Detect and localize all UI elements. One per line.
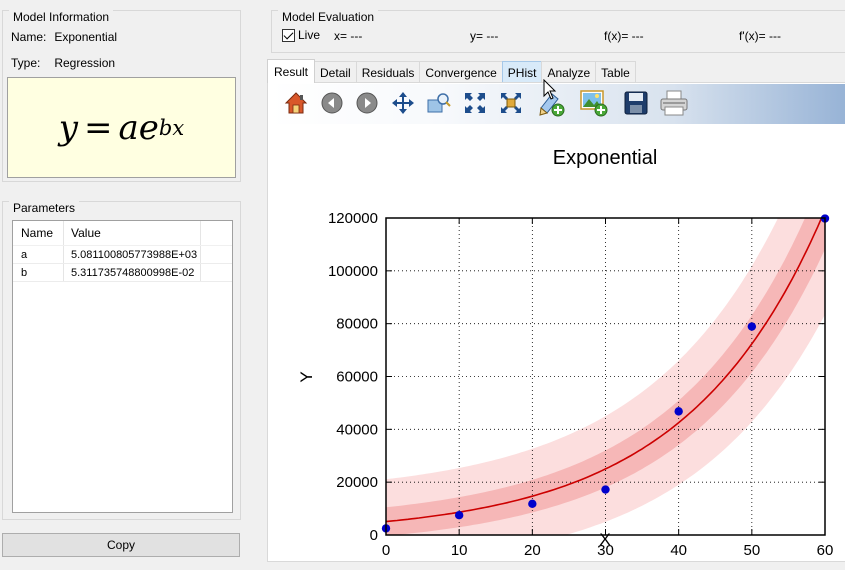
param-name-cell: b (13, 264, 64, 281)
model-type-label: Type: (11, 56, 41, 70)
model-name-label: Name: (11, 30, 47, 44)
parameters-title: Parameters (9, 201, 80, 215)
print-icon[interactable] (659, 88, 689, 118)
table-row[interactable]: a 5.081100805773988E+03 (13, 246, 232, 264)
formula-display: y = a e bx (7, 77, 236, 178)
eval-dfx: f'(x)= --- (739, 29, 781, 43)
column-header-value[interactable]: Value (64, 221, 201, 245)
y-tick-label: 120000 (328, 210, 378, 227)
table-row[interactable]: b 5.311735748800998E-02 (13, 264, 232, 282)
formula-a: a (118, 107, 139, 148)
y-axis-label: Y (297, 371, 316, 382)
x-axis-label: X (599, 530, 610, 549)
y-tick-label: 80000 (336, 316, 378, 333)
formula-e: e (138, 107, 159, 148)
forward-icon[interactable] (352, 88, 382, 118)
x-tick-label: 20 (524, 542, 541, 559)
checkbox-checked-icon[interactable] (282, 28, 295, 42)
model-evaluation-group: Model Evaluation Live x= --- y= --- f(x)… (271, 10, 845, 53)
model-name-value: Exponential (54, 30, 118, 44)
fit-selection-icon[interactable] (496, 88, 526, 118)
y-tick-label: 40000 (336, 421, 378, 438)
column-header-name[interactable]: Name (13, 221, 64, 245)
data-point (747, 322, 757, 331)
tab-convergence[interactable]: Convergence (419, 61, 503, 83)
model-evaluation-title: Model Evaluation (278, 10, 379, 24)
y-tick-label: 60000 (336, 369, 378, 386)
copy-button[interactable]: Copy (2, 533, 240, 557)
tab-table[interactable]: Table (595, 61, 636, 83)
result-panel: Exponential 0 10 20 30 40 50 60 0 20000 40000 6000… (267, 82, 845, 562)
live-checkbox[interactable]: Live (282, 28, 320, 42)
x-tick-label: 10 (451, 542, 468, 559)
exponential-chart[interactable]: Exponential 0 10 20 30 40 50 60020000400006000… (268, 125, 845, 561)
param-value-cell: 5.311735748800998E-02 (64, 264, 201, 281)
tab-detail[interactable]: Detail (314, 61, 357, 83)
x-tick-label: 0 (382, 542, 390, 559)
formula-lhs: y (58, 107, 78, 148)
pan-icon[interactable] (388, 88, 418, 118)
formula-equals: = (84, 107, 113, 148)
eval-x: x= --- (334, 29, 363, 43)
save-icon[interactable] (621, 88, 651, 118)
model-name-row: Name: Exponential (11, 30, 117, 44)
mouse-cursor-icon (543, 79, 557, 100)
model-info-group: Model Information Name: Exponential Type… (2, 10, 241, 182)
model-type-value: Regression (54, 56, 116, 70)
tab-phist[interactable]: PHist (501, 61, 543, 83)
parameters-group: Parameters Name Value a 5.08110080577398… (2, 201, 241, 520)
formula-exponent: bx (158, 115, 185, 140)
data-point (454, 510, 464, 520)
tab-bar: Result Detail Residuals Convergence PHis… (267, 59, 636, 83)
x-tick-label: 60 (817, 542, 834, 559)
tab-result[interactable]: Result (267, 59, 316, 83)
back-icon[interactable] (317, 88, 347, 118)
x-tick-label: 50 (743, 542, 760, 559)
data-point (601, 485, 610, 494)
y-tick-label: 20000 (336, 474, 378, 491)
model-type-row: Type: Regression (11, 56, 115, 70)
param-value-cell: 5.081100805773988E+03 (64, 246, 201, 263)
zoom-icon[interactable] (424, 88, 454, 118)
y-tick-label: 100000 (328, 263, 378, 280)
data-point (528, 499, 537, 509)
x-tick-label: 40 (670, 542, 687, 559)
model-info-title: Model Information (9, 10, 114, 24)
eval-y: y= --- (470, 29, 499, 43)
eval-fx: f(x)= --- (604, 29, 644, 43)
tab-residuals[interactable]: Residuals (355, 61, 421, 83)
chart-title: Exponential (553, 147, 658, 169)
live-label: Live (298, 28, 321, 42)
fit-icon[interactable] (460, 88, 490, 118)
parameters-table[interactable]: Name Value a 5.081100805773988E+03 b 5.3… (12, 220, 233, 513)
data-point (674, 407, 683, 416)
add-image-icon[interactable] (579, 88, 609, 118)
param-name-cell: a (13, 246, 64, 263)
plot-toolbar (269, 84, 845, 124)
y-tick-label: 0 (370, 527, 378, 544)
table-header: Name Value (13, 221, 232, 246)
home-icon[interactable] (281, 88, 311, 118)
